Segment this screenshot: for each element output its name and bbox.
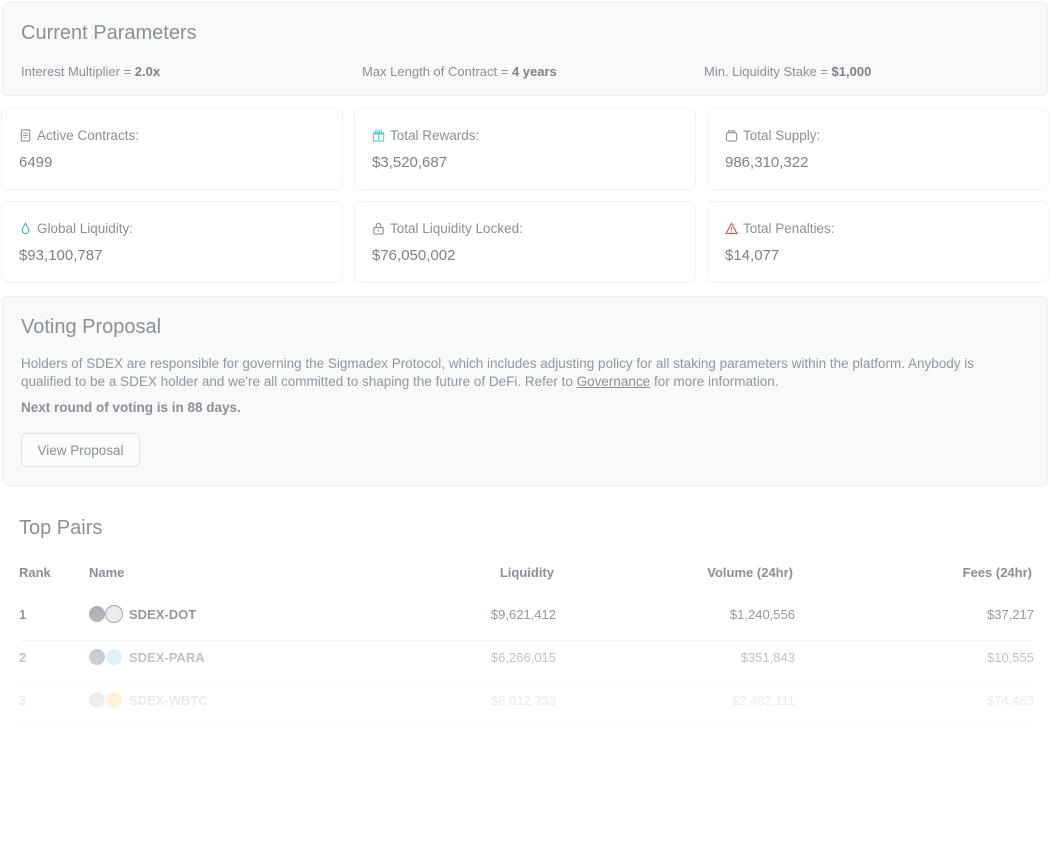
stat-value: $76,050,002 [372,247,456,264]
voting-description: Holders of SDEX are responsible for gove… [21,355,1021,391]
table-row[interactable]: 3 SDEX-WBTC $6,012,333 $2,482,111 $74,46… [19,684,1034,727]
pair-name: SDEX-PARA [129,649,205,665]
row-rank: 2 [19,650,27,665]
row-fees: $37,217 [987,607,1034,622]
param-label: Max Length of Contract = [362,64,512,79]
col-header-volume[interactable]: Volume (24hr) [707,565,793,580]
table-row[interactable]: 1 SDEX-DOT $9,621,412 $1,240,556 $37,217 [19,598,1034,641]
param-label: Interest Multiplier = [21,64,135,79]
voting-text-part2: for more information. [650,374,779,389]
droplet-icon [21,222,30,235]
stat-label: Total Rewards: [390,128,480,143]
pair-name: SDEX-DOT [129,606,197,622]
row-fees: $74,463 [987,693,1034,708]
col-header-liquidity[interactable]: Liquidity [500,565,554,580]
row-volume: $351,843 [740,650,795,665]
stat-label: Total Penalties: [743,221,835,236]
param-max-length: Max Length of Contract = 4 years [362,64,557,79]
param-value: 2.0x [134,64,161,79]
voting-text-part1: Holders of SDEX are responsible for gove… [21,356,974,389]
para-token-icon [105,648,123,666]
stat-card-active-contracts: Active Contracts: 6499 [2,109,342,189]
lock-icon [373,222,384,235]
sdex-token-icon [89,606,105,622]
warning-icon [725,222,738,235]
stat-label: Total Supply: [743,128,821,143]
sdex-token-icon [89,649,105,665]
row-liquidity: $6,012,333 [490,693,556,708]
top-pairs-title: Top Pairs [19,517,103,539]
wbtc-token-icon [105,691,123,709]
stat-value: $3,520,687 [372,154,448,171]
col-header-name[interactable]: Name [89,565,124,580]
stat-label: Global Liquidity: [37,221,134,236]
stat-card-total-penalties: Total Penalties: $14,077 [708,202,1048,282]
param-interest-multiplier: Interest Multiplier = 2.0x [21,64,160,79]
jar-icon [725,130,738,142]
stat-value: $14,077 [725,247,780,264]
stat-value: 986,310,322 [725,154,809,171]
row-rank: 1 [19,607,27,622]
stat-card-total-rewards: Total Rewards: $3,520,687 [355,109,695,189]
view-proposal-button[interactable]: View Proposal [21,433,140,467]
param-value: 4 years [511,64,557,79]
voting-title: Voting Proposal [21,316,162,338]
dot-token-icon [105,605,123,623]
stat-card-total-supply: Total Supply: 986,310,322 [708,109,1048,189]
stat-value: $93,100,787 [19,247,103,264]
gift-icon [372,129,385,142]
stat-label: Active Contracts: [37,128,140,143]
stat-label: Total Liquidity Locked: [390,221,523,236]
current-parameters-panel: Current Parameters Interest Multiplier =… [2,2,1048,96]
col-header-fees[interactable]: Fees (24hr) [963,565,1032,580]
row-volume: $1,240,556 [729,607,795,622]
col-header-rank[interactable]: Rank [19,565,51,580]
top-pairs-section: Top Pairs Rank Name Liquidity Volume (24… [2,498,1048,861]
param-value: $1,000 [831,64,872,79]
row-rank: 3 [19,693,27,708]
next-voting-round: Next round of voting is in 88 days. [21,400,241,415]
stat-value: 6499 [19,154,53,171]
document-icon [20,129,31,142]
row-fees: $10,555 [987,650,1034,665]
governance-link[interactable]: Governance [577,374,651,389]
stat-card-global-liquidity: Global Liquidity: $93,100,787 [2,202,342,282]
params-title: Current Parameters [21,22,197,44]
pair-name: SDEX-WBTC [129,692,208,708]
param-min-stake: Min. Liquidity Stake = $1,000 [704,64,871,79]
param-label: Min. Liquidity Stake = [704,64,832,79]
row-liquidity: $9,621,412 [490,607,556,622]
sdex-token-icon [89,692,105,708]
stat-card-total-liquidity-locked: Total Liquidity Locked: $76,050,002 [355,202,695,282]
row-liquidity: $6,266,015 [490,650,556,665]
row-volume: $2,482,111 [731,693,795,708]
voting-proposal-panel: Voting Proposal Holders of SDEX are resp… [2,296,1048,486]
table-row[interactable]: 2 SDEX-PARA $6,266,015 $351,843 $10,555 [19,641,1034,684]
